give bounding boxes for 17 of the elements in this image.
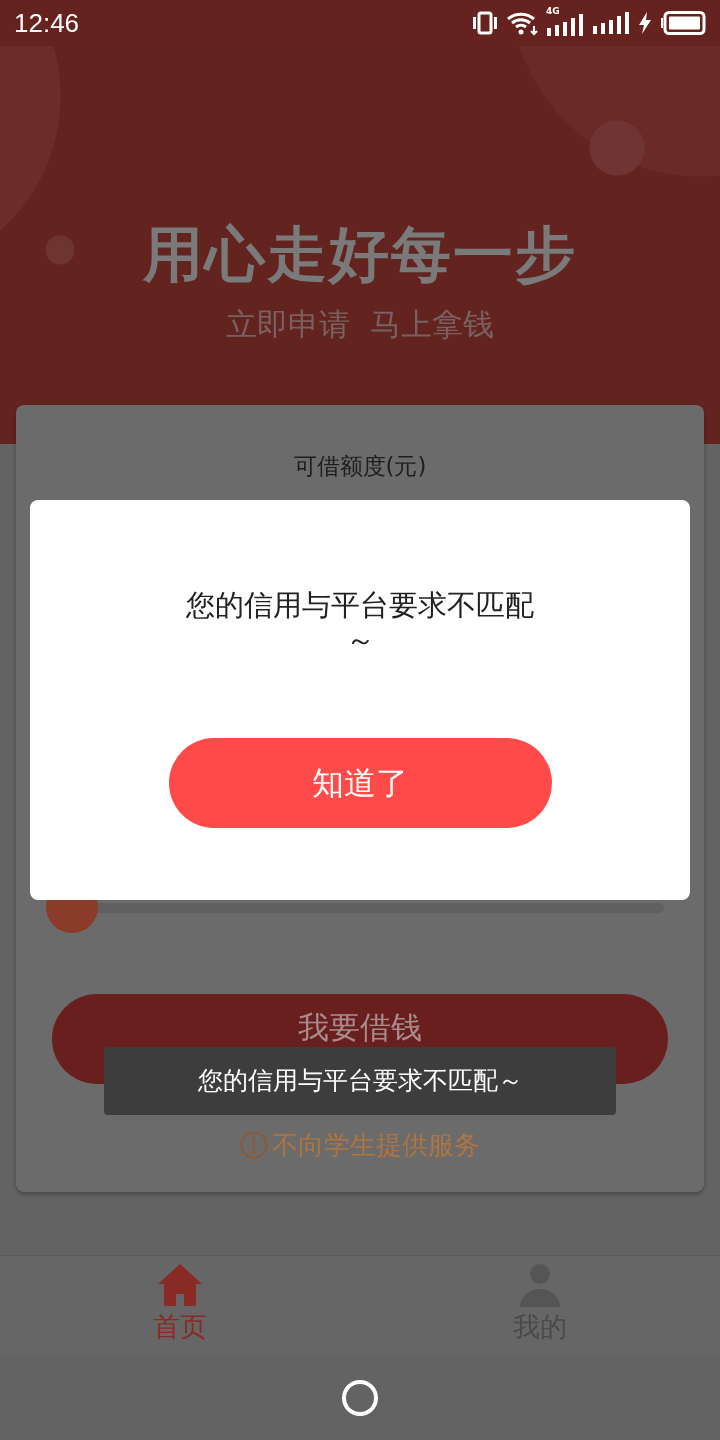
network-label: 4G [546,7,560,16]
credit-limit-label: 可借额度(元) [292,452,428,481]
acknowledge-button[interactable]: 知道了 [168,737,552,828]
wifi-icon [506,10,538,36]
dialog-message: 您的信用与平台要求不匹配～ [185,588,535,658]
clock: 12:46 [14,6,80,40]
charging-icon [638,12,652,34]
battery-icon [660,11,706,35]
toast-message: 您的信用与平台要求不匹配～ [104,1047,616,1115]
warning-icon [240,1131,268,1159]
home-indicator-icon[interactable] [341,1378,379,1417]
banner-subtitle: 立即申请 马上拿钱 [225,306,495,344]
signal-icon [592,12,630,34]
banner-title: 用心走好每一步 [141,224,578,284]
vibrate-icon [472,11,498,35]
notice-text: 不向学生提供服务 [272,1128,480,1162]
home-icon [157,1263,203,1308]
